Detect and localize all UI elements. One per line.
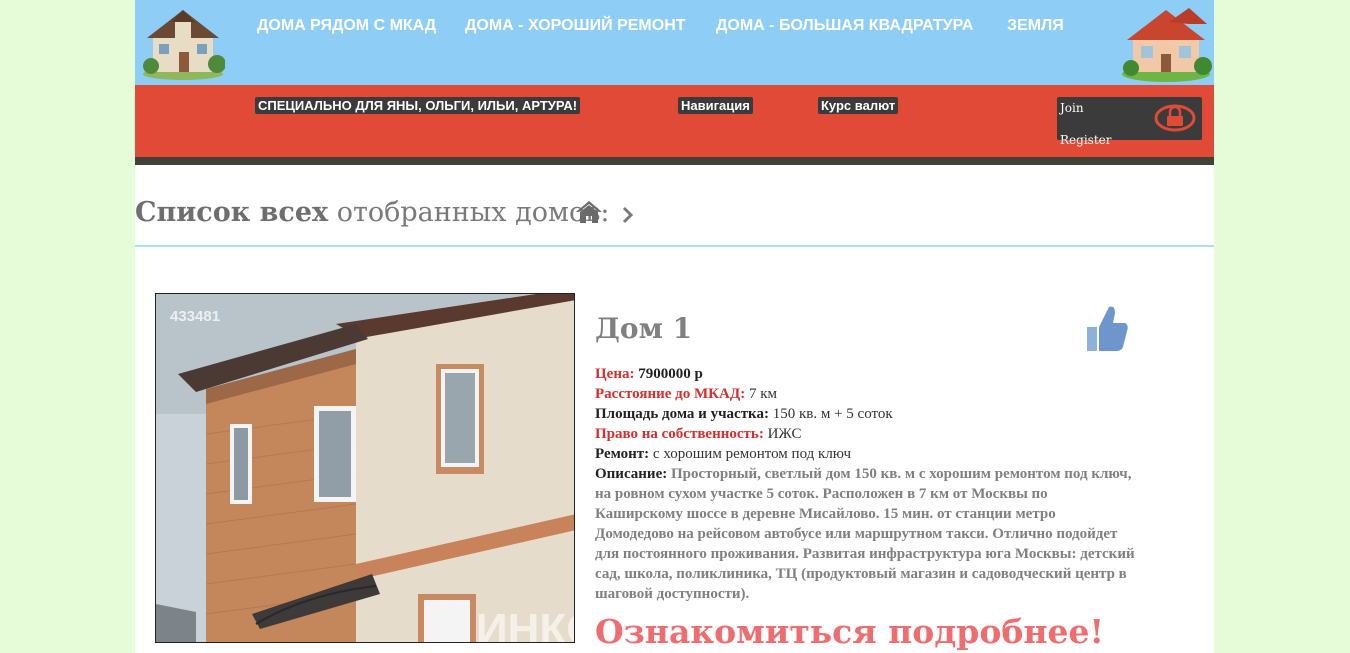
repair-value: с хорошим ремонтом под ключ [652,446,851,462]
photo-id-watermark: 433481 [170,308,221,325]
page-title-bold: Список всех [135,197,329,228]
area-label: Площадь дома и участка: [595,406,769,422]
page-container: ДОМА РЯДОМ С МКАД ДОМА - ХОРОШИЙ РЕМОНТ … [135,0,1214,653]
nav-link-good-repair[interactable]: ДОМА - ХОРОШИЙ РЕМОНТ [465,17,686,35]
register-link[interactable]: Register [1060,133,1111,147]
repair-row: Ремонт: с хорошим ремонтом под ключ [595,444,1135,464]
nav-link-land[interactable]: ЗЕМЛЯ [1007,17,1064,35]
house-title[interactable]: Дом 1 [595,312,692,345]
more-details-link[interactable]: Ознакомиться подробнее! [595,612,1104,651]
join-link[interactable]: Join [1060,101,1084,115]
lock-icon[interactable] [1153,103,1197,133]
distance-label: Расстояние до МКАД: [595,386,746,402]
chevron-right-icon [622,206,634,224]
description-label: Описание: [595,466,668,482]
page-title: Список всех отобранных домов: [135,197,610,228]
heading-divider [135,245,1214,247]
currency-link[interactable]: Курс валют [818,97,899,114]
house-photo-image: ИНКО [156,294,575,643]
nav-link-near-mkad[interactable]: ДОМА РЯДОМ С МКАД [257,17,436,35]
secondary-bar: СПЕЦИАЛЬНО ДЛЯ ЯНЫ, ОЛЬГИ, ИЛЬИ, АРТУРА!… [135,85,1214,157]
repair-label: Ремонт: [595,446,650,462]
house-photo[interactable]: ИНКО 433481 [155,293,575,643]
home-icon[interactable] [575,199,603,225]
price-label: Цена: [595,366,635,382]
ownership-label: Право на собственность: [595,426,764,442]
price-value: 7900000 р [638,366,703,382]
top-navbar: ДОМА РЯДОМ С МКАД ДОМА - ХОРОШИЙ РЕМОНТ … [135,0,1214,85]
distance-row: Расстояние до МКАД: 7 км [595,384,1135,404]
price-row: Цена: 7900000 р [595,364,1135,384]
navigation-link[interactable]: Навигация [678,97,753,114]
description-value: Просторный, светлый дом 150 кв. м с хоро… [595,466,1135,602]
thumbs-up-icon[interactable] [1083,303,1129,353]
divider-dark [135,157,1214,165]
ownership-value: ИЖС [767,426,802,442]
description-row: Описание: Просторный, светлый дом 150 кв… [595,464,1135,604]
house-details: Цена: 7900000 р Расстояние до МКАД: 7 км… [595,364,1135,604]
house-logo-left[interactable] [141,4,225,80]
svg-text:ИНКО: ИНКО [476,605,575,643]
distance-value: 7 км [748,386,777,402]
area-value: 150 кв. м + 5 соток [772,406,893,422]
house-logo-right[interactable] [1119,2,1213,82]
ownership-row: Право на собственность: ИЖС [595,424,1135,444]
auth-box: Join Register [1057,97,1202,147]
page-title-rest: отобранных домов: [328,197,610,228]
nav-link-large-area[interactable]: ДОМА - БОЛЬШАЯ КВАДРАТУРА [716,17,973,35]
special-link[interactable]: СПЕЦИАЛЬНО ДЛЯ ЯНЫ, ОЛЬГИ, ИЛЬИ, АРТУРА! [255,97,581,114]
area-row: Площадь дома и участка: 150 кв. м + 5 со… [595,404,1135,424]
